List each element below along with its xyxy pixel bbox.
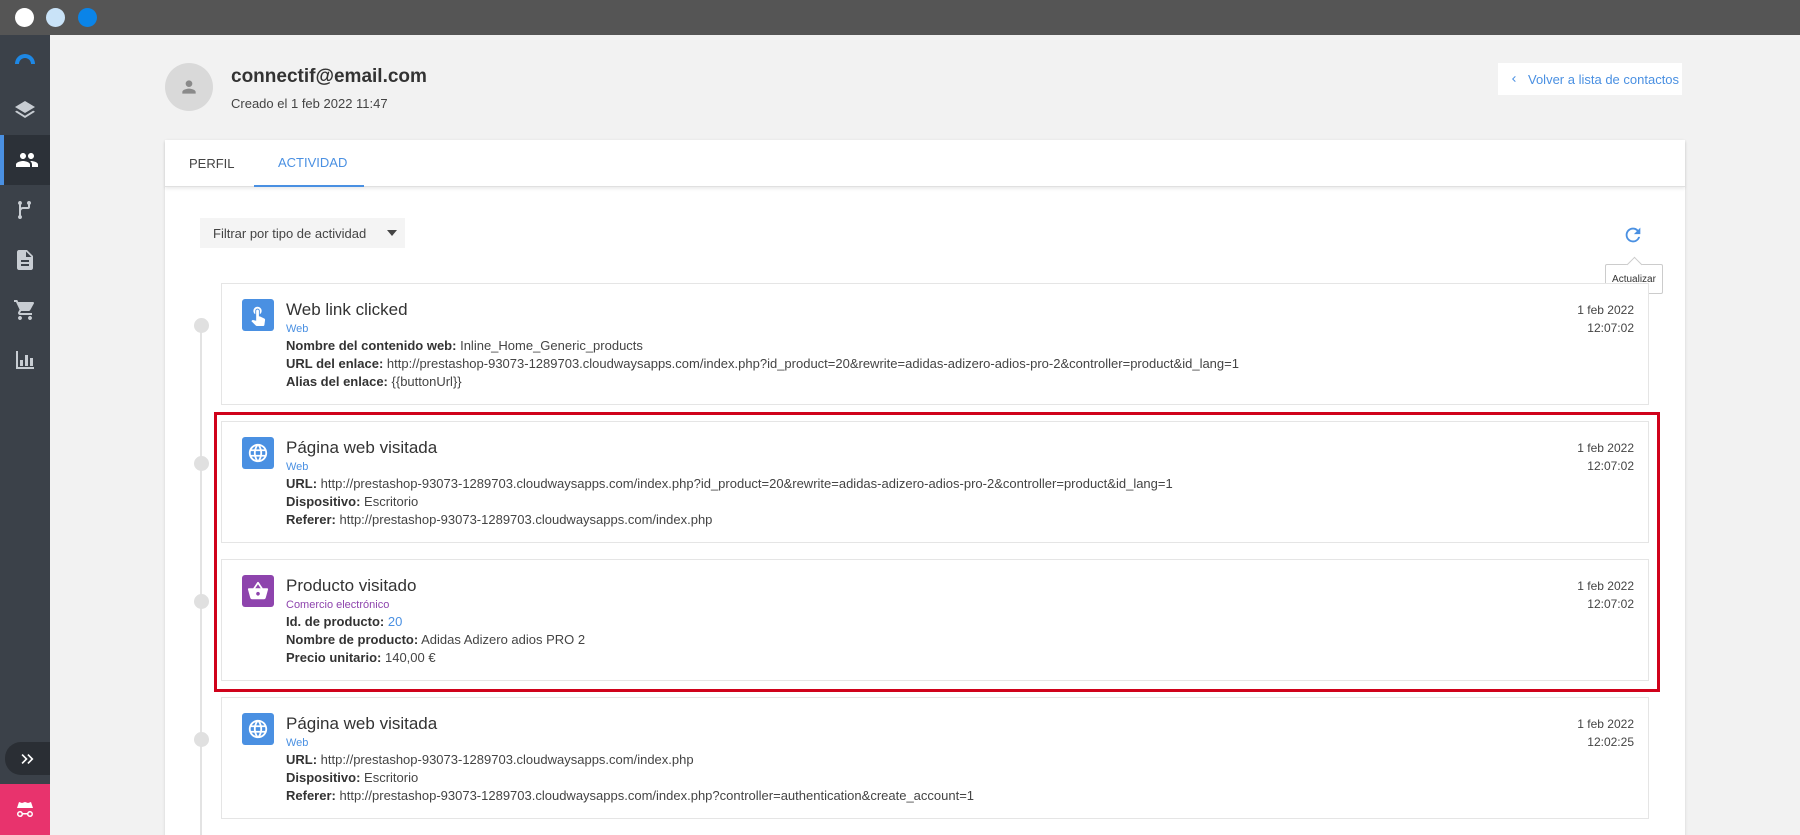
avatar [165,63,213,111]
refresh-icon [1625,227,1641,243]
tab-perfil[interactable]: PERFIL [165,140,254,187]
activity-icon [242,713,274,745]
field-label: Nombre del contenido web: [286,338,457,353]
tab-bar: PERFIL ACTIVIDAD [165,140,1685,187]
activity-card-web-link-clicked: Web link clicked Web Nombre del contenid… [221,283,1649,405]
timeline-dot [194,318,209,333]
timeline-dot [194,594,209,609]
tab-actividad[interactable]: ACTIVIDAD [254,140,364,187]
sidebar-item-ecommerce[interactable] [0,285,50,335]
window-minimize-button[interactable] [46,8,65,27]
field-label: URL del enlace: [286,356,384,371]
sidebar-item-workflows[interactable] [0,185,50,235]
field-value: {{buttonUrl}} [391,374,462,389]
activity-field: Nombre del contenido web: Inline_Home_Ge… [286,338,643,353]
field-value: http://prestashop-93073-1289703.cloudway… [386,356,1239,371]
activity-field: Alias del enlace: {{buttonUrl}} [286,374,462,389]
window-titlebar [0,0,1800,35]
activity-timestamp: 1 feb 2022 12:07:02 [1577,301,1634,337]
timeline-dot [194,732,209,747]
window-close-button[interactable] [15,8,34,27]
sidebar-logo[interactable] [0,35,50,85]
sidebar [0,35,50,835]
activity-field: URL del enlace: http://prestashop-93073-… [286,356,1239,371]
contact-created-date: Creado el 1 feb 2022 11:47 [231,96,388,111]
document-icon [17,250,33,270]
field-value: Escritorio [364,770,419,785]
contacts-icon [16,153,38,167]
sidebar-expand-button[interactable] [5,742,50,775]
field-label: Alias del enlace: [286,374,388,389]
field-value: Inline_Home_Generic_products [460,338,643,353]
sidebar-item-reports[interactable] [0,335,50,385]
rainbow-logo-icon [15,54,35,64]
branch-icon [18,200,31,220]
activity-title: Web link clicked [286,300,408,319]
activity-date: 1 feb 2022 [1577,717,1634,731]
cart-icon [14,300,35,320]
back-link-label: Volver a lista de contactos [1528,71,1680,87]
person-icon [182,80,196,94]
field-label: Dispositivo: [286,770,361,785]
field-label: Referer: [286,788,336,803]
pointer-hand-icon [251,306,266,326]
layers-icon [15,101,35,118]
chevron-left-icon [1512,76,1516,82]
window-maximize-button[interactable] [78,8,97,27]
activity-timestamp: 1 feb 2022 12:02:25 [1577,715,1634,751]
timeline-dot [194,456,209,471]
activity-time: 12:07:02 [1587,321,1634,335]
sidebar-item-content[interactable] [0,235,50,285]
activity-field: Referer: http://prestashop-93073-1289703… [286,788,974,803]
bar-chart-icon [16,351,34,369]
field-value: http://prestashop-93073-1289703.cloudway… [339,788,975,803]
activity-field: Dispositivo: Escritorio [286,770,418,785]
globe-icon [248,719,268,739]
sidebar-item-layers[interactable] [0,85,50,135]
timeline-line [200,325,202,835]
contact-email: connectif@email.com [231,66,427,87]
sidebar-incognito-button[interactable] [0,784,50,835]
back-to-contacts-link[interactable]: Volver a lista de contactos [1498,63,1682,95]
field-value: http://prestashop-93073-1289703.cloudway… [320,752,694,767]
activity-field: URL: http://prestashop-93073-1289703.clo… [286,752,694,767]
refresh-button[interactable] [1622,224,1644,246]
filter-label: Filtrar por tipo de actividad [213,225,367,241]
activity-category: Web [286,323,309,335]
field-label: URL: [286,752,318,767]
activity-card-page-visited: Página web visitada Web URL: http://pres… [221,697,1649,819]
activity-category: Web [286,737,309,749]
activity-icon [242,299,274,331]
incognito-icon [17,801,33,817]
double-chevron-right-icon [21,753,33,764]
sidebar-item-contacts[interactable] [0,135,50,185]
caret-down-icon [387,230,397,236]
activity-date: 1 feb 2022 [1577,303,1634,317]
activity-title: Página web visitada [286,714,438,733]
highlight-box [214,412,1660,692]
activity-type-filter[interactable]: Filtrar por tipo de actividad [200,218,405,248]
activity-time: 12:02:25 [1587,735,1634,749]
